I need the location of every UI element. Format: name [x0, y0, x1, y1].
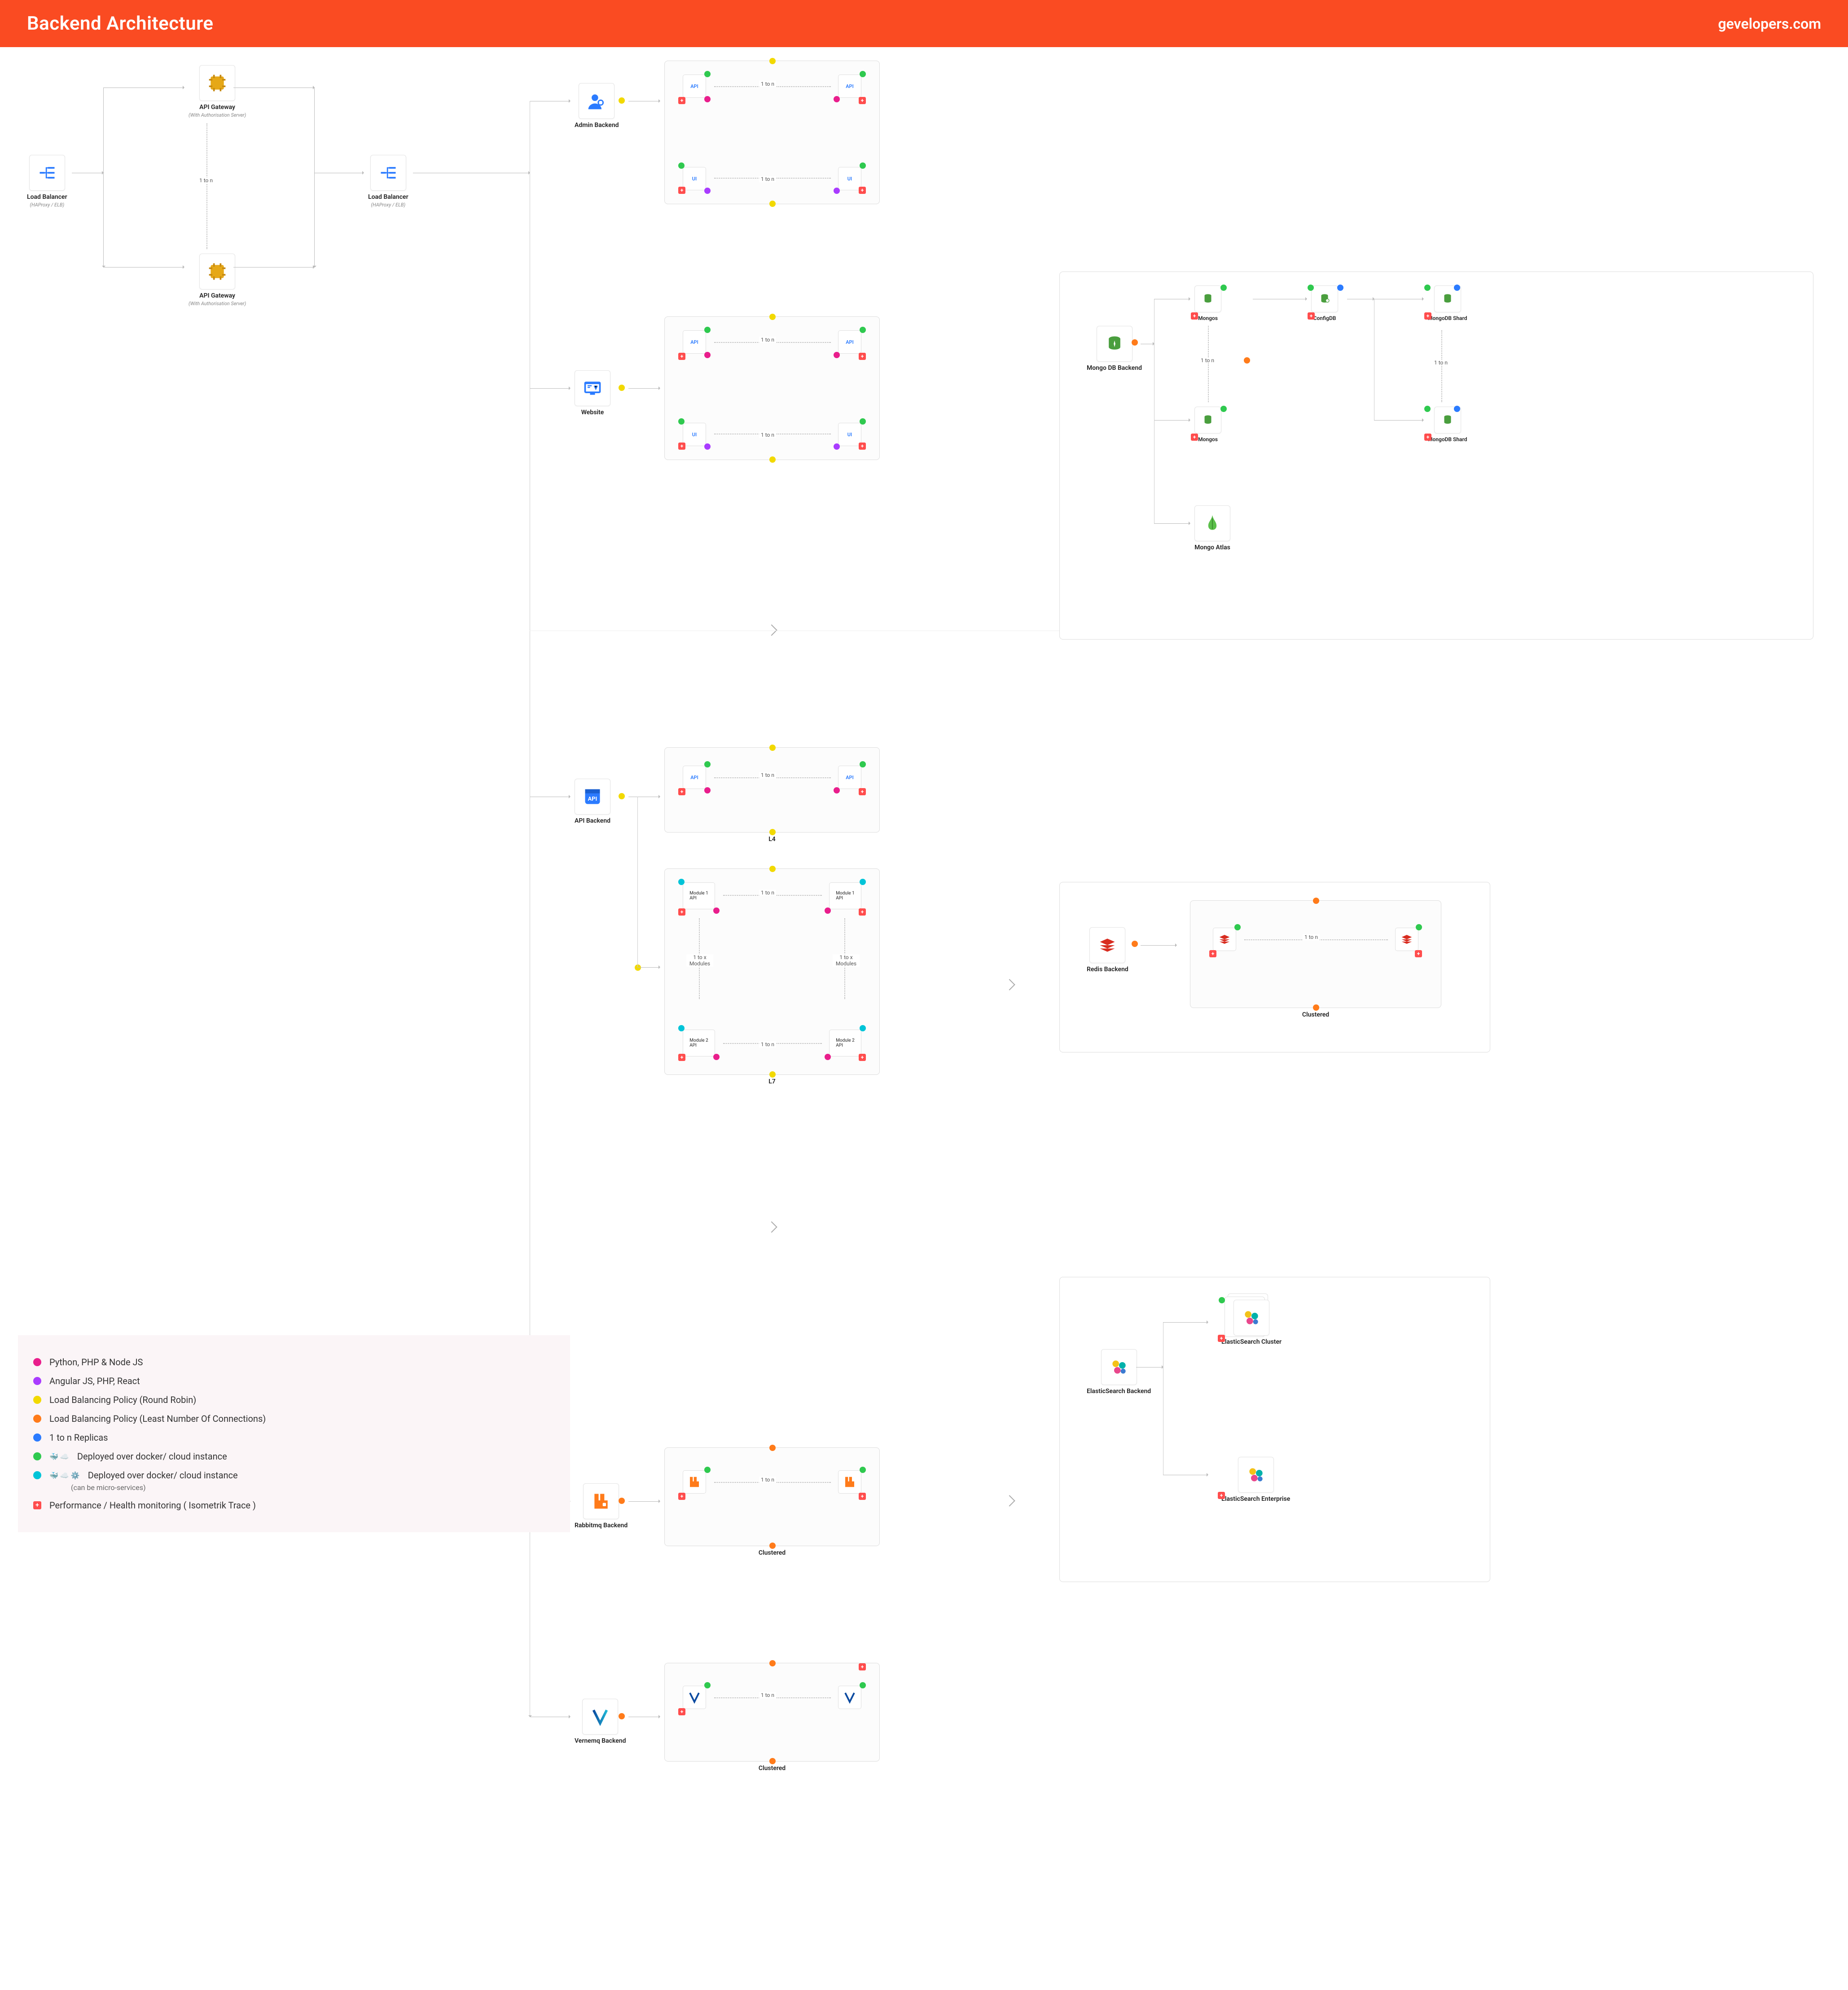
chevron-right [766, 624, 777, 636]
mongos-icon [1194, 285, 1221, 312]
load-balancer-icon [29, 155, 65, 191]
admin-icon [579, 83, 615, 119]
block-redis: Redis Backend + + 1 to n Clustered [1059, 882, 1490, 1052]
es-cluster-icon [1233, 1300, 1269, 1336]
cluster-l7: Module 1API + Module 1API + 1 to n 1 to … [664, 868, 880, 1075]
docker-cloud-icons: 🐳 ☁️ [49, 1452, 69, 1461]
mongo-atlas-icon [1194, 505, 1230, 541]
rabbitmq-icon [583, 1483, 619, 1519]
mini-ui: UI [683, 167, 706, 190]
vernemq-icon [582, 1699, 618, 1735]
block-mongodb: Mongo DB Backend Mongos + Mongos + 1 to … [1059, 272, 1813, 640]
canvas: Load Balancer (HAProxy / ELB) API Gatewa… [0, 47, 1848, 1914]
elasticsearch-icon [1101, 1349, 1137, 1385]
mongos-icon [1194, 407, 1221, 434]
node-load-balancer-2: Load Balancer (HAProxy / ELB) [368, 155, 408, 208]
mini-ui: UI [838, 167, 861, 190]
node-website: Website [575, 370, 610, 416]
cluster-admin: API + API + 1 to n UI + UI + 1 to n [664, 61, 880, 204]
brand: gevelopers.com [1718, 15, 1821, 32]
legend: Python, PHP & Node JS Angular JS, PHP, R… [18, 1335, 570, 1532]
cluster-vernemq: + + 1 to n Clustered [664, 1663, 880, 1762]
es-enterprise-icon [1238, 1457, 1274, 1493]
cluster-website: API + API + 1 to n UI + UI + 1 to n [664, 316, 880, 460]
api-gateway-icon [199, 254, 235, 289]
health-icon: + [33, 1501, 41, 1509]
rabbitmq-node [838, 1470, 861, 1494]
cluster-l4: API + API + 1 to n L4 [664, 747, 880, 833]
node-api-gateway-1: API Gateway (With Authorisation Server) [189, 65, 246, 118]
block-elasticsearch: ElasticSearch Backend ElasticSearch Clus… [1059, 1277, 1490, 1582]
website-icon [575, 370, 610, 406]
chevron-right [1004, 1495, 1015, 1506]
node-api-gateway-2: API Gateway (With Authorisation Server) [189, 254, 246, 307]
node-api-backend: API API Backend [575, 779, 610, 825]
api-icon: API [575, 779, 610, 815]
cluster-rabbitmq: + + 1 to n Clustered [664, 1447, 880, 1546]
rabbitmq-node [683, 1470, 706, 1494]
page-title: Backend Architecture [27, 13, 214, 35]
node-rabbitmq: Rabbitmq Backend [575, 1483, 628, 1530]
configdb-icon [1311, 285, 1338, 312]
label: Admin Backend [575, 122, 619, 129]
connector-dotted [206, 123, 207, 249]
redis-icon [1089, 927, 1125, 963]
mini-api: API [838, 75, 861, 98]
api-gateway-icon [199, 65, 235, 101]
svg-text:API: API [588, 796, 597, 802]
node-admin-backend: Admin Backend [575, 83, 619, 129]
header: Backend Architecture gevelopers.com [0, 0, 1848, 47]
chevron-right [766, 1221, 777, 1232]
chevron-right [1004, 979, 1015, 990]
mongodb-icon [1097, 326, 1133, 362]
node-load-balancer-1: Load Balancer (HAProxy / ELB) [27, 155, 67, 208]
load-balancer-icon [370, 155, 406, 191]
node-vernemq: Vernemq Backend [575, 1699, 626, 1745]
mini-api: API [683, 75, 706, 98]
docker-cloud-micro-icons: 🐳 ☁️ ⚙️ [49, 1471, 80, 1480]
